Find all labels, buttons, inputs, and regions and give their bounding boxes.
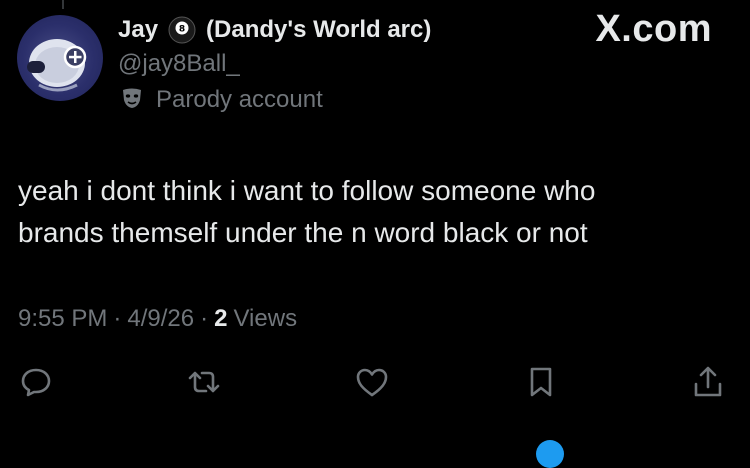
bookmark-icon[interactable] <box>523 364 559 400</box>
x-brand-watermark: X.com <box>595 8 712 50</box>
tweet-meta: 9:55 PM · 4/9/26 · 2 Views <box>18 302 297 336</box>
tweet-time[interactable]: 9:55 PM <box>18 305 107 333</box>
like-icon[interactable] <box>354 364 390 400</box>
retweet-icon[interactable] <box>186 364 222 400</box>
floating-action-indicator[interactable] <box>536 440 564 468</box>
thread-connector-line <box>62 0 64 9</box>
author-name-row[interactable]: Jay 8 (Dandy's World arc) <box>118 13 431 47</box>
tweet-text-line: yeah i dont think i want to follow someo… <box>18 175 596 206</box>
parody-mask-icon <box>118 84 156 117</box>
display-name-suffix[interactable]: (Dandy's World arc) <box>206 16 431 44</box>
tweet-text-line: brands themself under the n word black o… <box>18 217 588 248</box>
avatar[interactable] <box>17 15 103 101</box>
user-handle[interactable]: @jay8Ball_ <box>118 50 240 78</box>
display-name[interactable]: Jay <box>118 16 158 44</box>
avatar-image <box>27 39 87 92</box>
views-label: Views <box>233 305 298 332</box>
share-icon[interactable] <box>690 364 726 400</box>
meta-separator: · <box>200 305 209 332</box>
reply-icon[interactable] <box>18 364 54 400</box>
tweet-date[interactable]: 4/9/26 <box>127 305 194 333</box>
8-ball-icon: 8 <box>168 16 196 44</box>
tweet-text: yeah i dont think i want to follow someo… <box>18 170 728 254</box>
svg-text:8: 8 <box>179 25 185 35</box>
parody-label: Parody account <box>156 86 323 113</box>
meta-separator: · <box>113 305 122 332</box>
views-count: 2 <box>214 305 228 332</box>
parody-badge: Parody account <box>118 84 323 116</box>
